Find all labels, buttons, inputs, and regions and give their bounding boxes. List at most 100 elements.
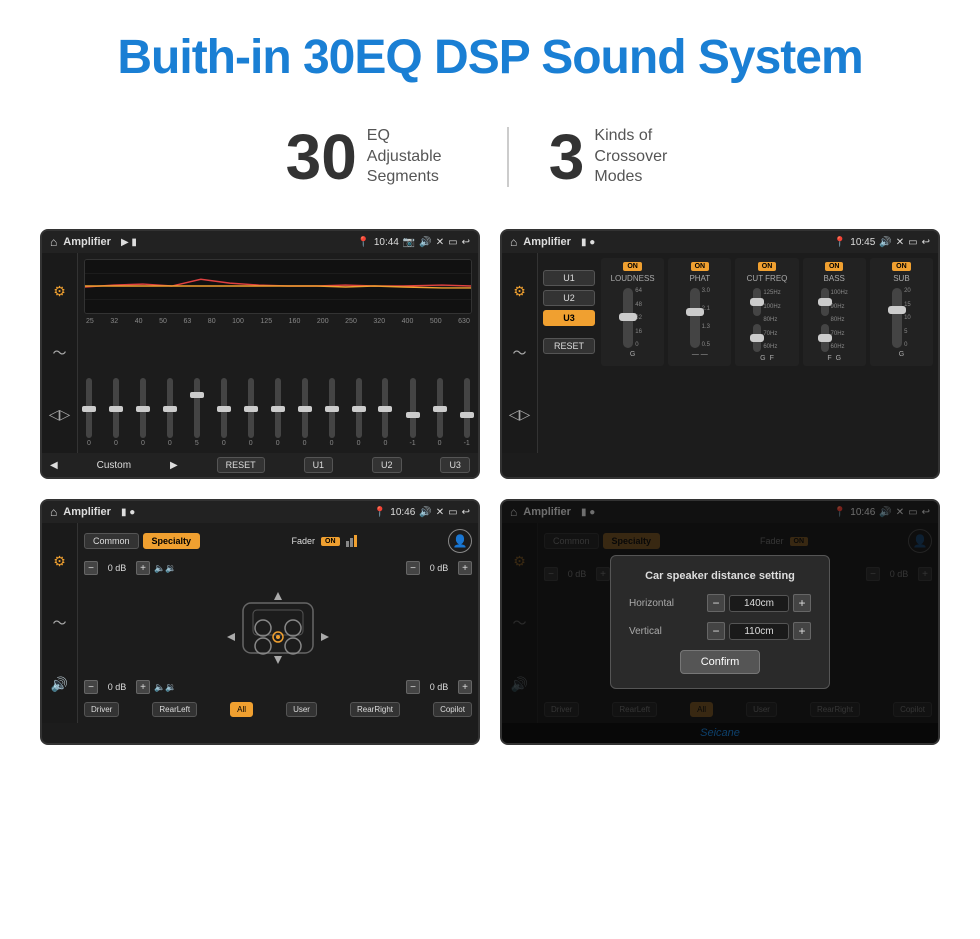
screen2-statusbar: ⌂ Amplifier ▮ ● 📍 10:45 🔊 ✕ ▭ ↩ xyxy=(502,231,938,253)
vertical-minus[interactable]: − xyxy=(707,622,725,640)
common-btn[interactable]: Common xyxy=(84,533,139,549)
home-icon2[interactable]: ⌂ xyxy=(510,235,517,249)
freq-labels: 253240506380 100125160200250 32040050063… xyxy=(84,318,472,325)
db-rl: − 0 dB + 🔈🔉 xyxy=(84,680,176,694)
cs-buttons: Common Specialty xyxy=(84,533,200,549)
u3-btn[interactable]: U3 xyxy=(440,457,470,473)
fader-on-badge[interactable]: ON xyxy=(321,537,340,546)
eq-icon2[interactable]: ⚙ xyxy=(513,283,526,300)
vertical-row: Vertical − 110cm + xyxy=(629,622,811,640)
screen1-content: ⚙ 〜 ◁▷ xyxy=(42,253,478,453)
wave-icon2[interactable]: 〜 xyxy=(513,343,527,363)
u2-btn[interactable]: U2 xyxy=(372,457,402,473)
page-header: Buith-in 30EQ DSP Sound System xyxy=(0,0,980,105)
u1-btn[interactable]: U1 xyxy=(304,457,334,473)
car-diagram xyxy=(84,583,472,672)
phat-ch: ON PHAT 3.02.11.30.5 xyxy=(668,258,731,366)
copilot-btn[interactable]: Copilot xyxy=(433,702,472,717)
vertical-plus[interactable]: + xyxy=(793,622,811,640)
db-fr: − 0 dB + xyxy=(406,561,472,575)
rect-icon: ▭ xyxy=(448,237,457,248)
sub-on[interactable]: ON xyxy=(892,262,911,271)
db-bottom-row: − 0 dB + 🔈🔉 − 0 dB + xyxy=(84,680,472,694)
stat1-number: 30 xyxy=(286,125,357,189)
slider-2: 0 xyxy=(113,378,119,447)
back-icon2[interactable]: ↩ xyxy=(922,237,930,248)
screen3-time: 10:46 xyxy=(390,507,415,518)
horizontal-minus[interactable]: − xyxy=(707,594,725,612)
rearright-btn[interactable]: RearRight xyxy=(350,702,400,717)
screens-grid: ⌂ Amplifier ▶ ▮ 📍 10:44 📷 🔊 ✕ ▭ ↩ ⚙ 〜 ◁▷ xyxy=(0,219,980,775)
slider-3: 0 xyxy=(140,378,146,447)
screen2-title: Amplifier xyxy=(523,236,571,248)
eq-sliders: 0 0 0 0 5 xyxy=(84,327,472,447)
distance-dialog: Car speaker distance setting Horizontal … xyxy=(610,555,830,689)
confirm-button[interactable]: Confirm xyxy=(680,650,761,674)
db-top-row: − 0 dB + 🔈🔉 − 0 dB + xyxy=(84,561,472,575)
db-rr-plus[interactable]: + xyxy=(458,680,472,694)
u3-cross-btn[interactable]: U3 xyxy=(543,310,595,326)
x-icon2: ✕ xyxy=(896,237,904,248)
screen1-status: 📍 10:44 📷 🔊 ✕ ▭ ↩ xyxy=(357,237,470,248)
vol-side-icon2[interactable]: ◁▷ xyxy=(509,406,531,423)
vol-side-icon[interactable]: ◁▷ xyxy=(49,406,71,423)
back-icon3[interactable]: ↩ xyxy=(462,507,470,518)
specialty-btn[interactable]: Specialty xyxy=(143,533,201,549)
db-rr-minus[interactable]: − xyxy=(406,680,420,694)
screen1-title: Amplifier xyxy=(63,236,111,248)
db-fl-minus[interactable]: − xyxy=(84,561,98,575)
screen3-status: 📍 10:46 🔊✕▭ ↩ xyxy=(374,507,470,518)
distance-dialog-overlay: Car speaker distance setting Horizontal … xyxy=(502,501,938,743)
loudness-on[interactable]: ON xyxy=(623,262,642,271)
horizontal-plus[interactable]: + xyxy=(793,594,811,612)
slider-11: 0 xyxy=(356,378,362,447)
rearleft-btn[interactable]: RearLeft xyxy=(152,702,197,717)
db-rl-plus[interactable]: + xyxy=(136,680,150,694)
driver-btn[interactable]: Driver xyxy=(84,702,119,717)
screen1-main: 253240506380 100125160200250 32040050063… xyxy=(78,253,478,453)
user-btn[interactable]: User xyxy=(286,702,317,717)
stat-eq: 30 EQ AdjustableSegments xyxy=(246,125,507,189)
screen2-crossover: ⌂ Amplifier ▮ ● 📍 10:45 🔊 ✕ ▭ ↩ ⚙ 〜 ◁▷ xyxy=(500,229,940,479)
slider-5: 5 xyxy=(194,378,200,447)
slider-13: -1 xyxy=(409,378,415,447)
phat-on[interactable]: ON xyxy=(691,262,710,271)
vertical-value: 110cm xyxy=(729,623,789,640)
prev-icon[interactable]: ◀ xyxy=(50,460,58,471)
cutfreq-on[interactable]: ON xyxy=(758,262,777,271)
screen3-content: ⚙ 〜 🔊 Common Specialty Fader ON xyxy=(42,523,478,723)
db-fr-minus[interactable]: − xyxy=(406,561,420,575)
u2-cross-btn[interactable]: U2 xyxy=(543,290,595,306)
stat-crossover: 3 Kinds ofCrossover Modes xyxy=(509,125,735,189)
eq-icon[interactable]: ⚙ xyxy=(53,283,66,300)
cutfreq-ch: ON CUT FREQ xyxy=(735,258,798,366)
back-icon[interactable]: ↩ xyxy=(462,237,470,248)
preset-row: Driver RearLeft All User RearRight Copil… xyxy=(84,702,472,717)
slider-15: -1 xyxy=(464,378,470,447)
rect-icon2: ▭ xyxy=(908,237,917,248)
screen3-speaker: ⌂ Amplifier ▮ ● 📍 10:46 🔊✕▭ ↩ ⚙ 〜 🔊 Comm… xyxy=(40,499,480,745)
all-btn[interactable]: All xyxy=(230,702,253,717)
play-icon[interactable]: ▶ xyxy=(170,460,178,471)
sub-ch: ON SUB 20151050 G xyxy=(870,258,933,366)
home-icon[interactable]: ⌂ xyxy=(50,235,57,249)
home-icon3[interactable]: ⌂ xyxy=(50,505,57,519)
stat1-label: EQ AdjustableSegments xyxy=(367,126,467,188)
bass-ch: ON BASS xyxy=(803,258,866,366)
screen2-icons: ▮ ● xyxy=(581,237,595,248)
fader-label: Fader xyxy=(292,536,316,546)
bass-on[interactable]: ON xyxy=(825,262,844,271)
horizontal-row: Horizontal − 140cm + xyxy=(629,594,811,612)
u1-cross-btn[interactable]: U1 xyxy=(543,270,595,286)
db-fl-plus[interactable]: + xyxy=(136,561,150,575)
db-fl: − 0 dB + 🔈🔉 xyxy=(84,561,176,575)
wave-icon[interactable]: 〜 xyxy=(53,343,67,363)
person-icon: 👤 xyxy=(448,529,472,553)
db-fr-plus[interactable]: + xyxy=(458,561,472,575)
db-rl-minus[interactable]: − xyxy=(84,680,98,694)
reset-cross-btn[interactable]: RESET xyxy=(543,338,595,354)
screen3-sidebar: ⚙ 〜 🔊 xyxy=(42,523,78,723)
screen1-bottom: ◀ Custom ▶ RESET U1 U2 U3 xyxy=(42,453,478,477)
loudness-ch: ON LOUDNESS 644832160 xyxy=(601,258,664,366)
reset-btn[interactable]: RESET xyxy=(217,457,265,473)
